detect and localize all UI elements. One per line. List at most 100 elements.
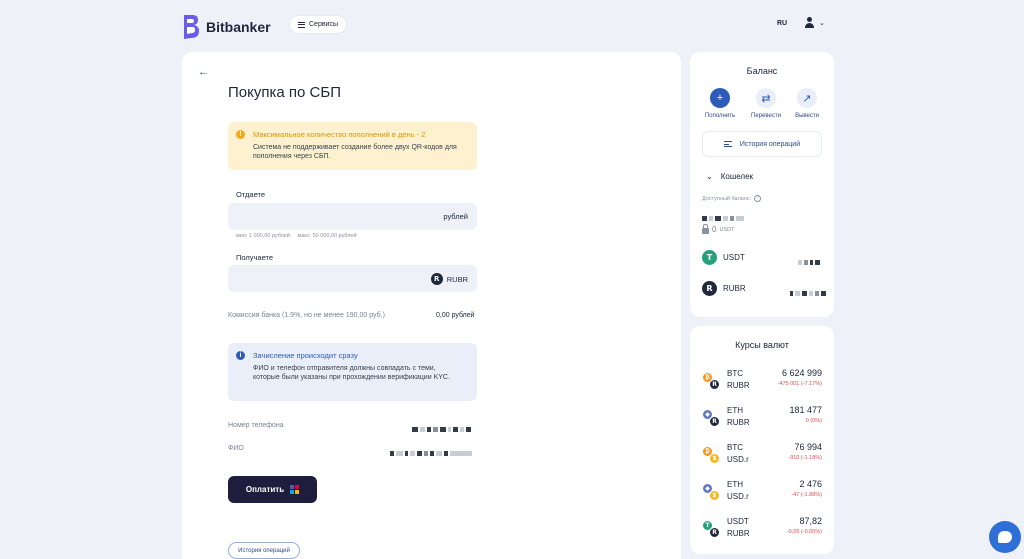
rate-value: 76 994 xyxy=(794,442,822,452)
pair-base: BTC xyxy=(727,443,743,452)
pair-icons: ◆ R xyxy=(702,409,722,429)
pair-icons: ◆ $ xyxy=(702,483,722,503)
pair-quote: USD.r xyxy=(727,455,749,464)
give-unit: рублей xyxy=(443,212,468,221)
pair-base: ETH xyxy=(727,480,743,489)
balance-history-label: История операций xyxy=(739,140,801,148)
transfer-label: Перевести xyxy=(751,113,781,119)
rate-value: 87,82 xyxy=(799,516,822,526)
transfer-icon: ⇄ xyxy=(756,88,776,108)
phone-value-redacted xyxy=(412,421,473,433)
user-icon xyxy=(804,17,815,28)
instant-credit-info: i Зачисление происходит сразу ФИО и теле… xyxy=(228,343,477,401)
rate-row[interactable]: T R USDT RUBR 87,82 -0,05 (-0.05%) xyxy=(702,516,822,544)
pair-names: BTC USD.r xyxy=(727,442,749,466)
wallet-asset-usdt[interactable]: T USDT xyxy=(702,250,745,265)
rate-change: -0,05 (-0.05%) xyxy=(786,529,822,535)
wallet-toggle[interactable]: ⌄ Кошелек xyxy=(706,172,753,181)
pair-quote: RUBR xyxy=(727,418,750,427)
rate-row[interactable]: ◆ $ ETH USD.r 2 476 -47 (-1.88%) xyxy=(702,479,822,507)
chat-icon xyxy=(998,531,1012,543)
available-label: Доступный баланс: xyxy=(702,195,752,202)
wallet-asset-rubr[interactable]: R RUBR xyxy=(702,281,746,296)
balance-title: Баланс xyxy=(746,66,778,76)
asset-name: RUBR xyxy=(723,284,746,293)
pair-quote: USD.r xyxy=(727,492,749,501)
phone-label: Номер телефона xyxy=(228,422,284,429)
transfer-button[interactable]: ⇄ Перевести xyxy=(746,88,786,119)
services-label: Сервисы xyxy=(309,21,339,28)
balance-history-button[interactable]: История операций xyxy=(702,131,822,157)
purchase-card: ← Покупка по СБП ! Максимальное количест… xyxy=(182,52,681,559)
rate-row[interactable]: ◆ R ETH RUBR 181 477 0 (0%) xyxy=(702,405,822,433)
rubr-coin-icon: R xyxy=(709,416,720,427)
rubr-coin-icon: R xyxy=(702,281,717,296)
pair-base: BTC xyxy=(727,369,743,378)
list-icon xyxy=(723,141,732,147)
available-balance-redacted xyxy=(702,210,746,222)
chevron-down-icon: ⌄ xyxy=(706,172,713,181)
warning-title: Максимальное количество пополнений в ден… xyxy=(253,130,426,139)
bitbanker-logo-icon xyxy=(184,15,199,39)
lock-icon xyxy=(702,223,709,234)
support-chat-button[interactable] xyxy=(989,521,1021,553)
help-icon[interactable]: ? xyxy=(754,195,762,202)
min-limit: мин: 1 000,00 рублей xyxy=(236,233,290,239)
rate-change: -910 (-1.18%) xyxy=(788,455,822,461)
wallet-label: Кошелек xyxy=(720,172,754,181)
rate-row[interactable]: ₿ R BTC RUBR 6 624 999 -475 001 (-7.17%) xyxy=(702,368,822,396)
services-button[interactable]: Сервисы xyxy=(290,16,347,33)
brand-name: Bitbanker xyxy=(206,19,271,35)
page-title: Покупка по СБП xyxy=(228,84,341,101)
limit-warning: ! Максимальное количество пополнений в д… xyxy=(228,122,477,170)
rubr-coin-icon: R xyxy=(709,527,720,538)
back-arrow-icon[interactable]: ← xyxy=(198,66,209,78)
pair-icons: ₿ $ xyxy=(702,446,722,466)
pay-button[interactable]: Оплатить xyxy=(228,476,317,503)
balance-card: Баланс + Пополнить ⇄ Перевести ↗ Вывести… xyxy=(690,52,834,317)
language-switch[interactable]: RU xyxy=(777,20,787,27)
rate-value: 181 477 xyxy=(789,405,822,415)
rubr-coin-icon: R xyxy=(709,379,720,390)
pair-icons: ₿ R xyxy=(702,372,722,392)
pair-base: ETH xyxy=(727,406,743,415)
receive-unit-label: RUBR xyxy=(446,274,468,284)
pair-quote: RUBR xyxy=(727,529,750,538)
pair-names: BTC RUBR xyxy=(727,368,750,392)
rubr-coin-icon: R xyxy=(430,273,443,285)
warning-icon: ! xyxy=(236,130,245,139)
info-icon: i xyxy=(236,351,245,360)
available-balance-label: Доступный баланс: ? xyxy=(702,195,762,202)
rate-change: -47 (-1.88%) xyxy=(791,492,822,498)
rate-value: 2 476 xyxy=(799,479,822,489)
pair-base: USDT xyxy=(727,517,749,526)
pair-icons: T R xyxy=(702,520,722,540)
deposit-button[interactable]: + Пополнить xyxy=(700,88,740,119)
pair-names: ETH RUBR xyxy=(727,405,750,429)
usdr-coin-icon: $ xyxy=(709,490,720,501)
asset-name: USDT xyxy=(723,253,745,262)
receive-unit: R RUBR xyxy=(430,273,468,285)
rate-row[interactable]: ₿ $ BTC USD.r 76 994 -910 (-1.18%) xyxy=(702,442,822,470)
receive-amount-input[interactable]: R RUBR xyxy=(228,265,477,292)
rate-value: 6 624 999 xyxy=(781,368,822,378)
receive-label: Получаете xyxy=(236,253,274,262)
warning-text: Система не поддерживает создание более д… xyxy=(253,144,457,160)
deposit-label: Пополнить xyxy=(704,113,736,119)
give-label: Отдаете xyxy=(236,190,266,199)
rate-change: 0 (0%) xyxy=(805,418,822,424)
commission-value: 0,00 рублей xyxy=(436,312,475,319)
menu-icon xyxy=(298,21,305,28)
withdraw-icon: ↗ xyxy=(797,88,817,108)
info-text: ФИО и телефон отправителя должны совпада… xyxy=(253,365,450,381)
logo[interactable]: Bitbanker xyxy=(182,14,271,40)
withdraw-button[interactable]: ↗ Вывести xyxy=(787,88,827,119)
operations-history-button[interactable]: История операций xyxy=(228,542,300,559)
give-amount-input[interactable]: рублей xyxy=(228,203,477,230)
commission-label: Комиссия банка (1.9%, но не менее 190,00… xyxy=(228,312,385,319)
locked-value: 0 xyxy=(712,225,717,234)
user-menu[interactable]: ⌄ xyxy=(804,17,825,28)
max-limit: макс: 50 000,00 рублей xyxy=(297,233,357,239)
pair-quote: RUBR xyxy=(727,381,750,390)
usdr-coin-icon: $ xyxy=(709,453,720,464)
